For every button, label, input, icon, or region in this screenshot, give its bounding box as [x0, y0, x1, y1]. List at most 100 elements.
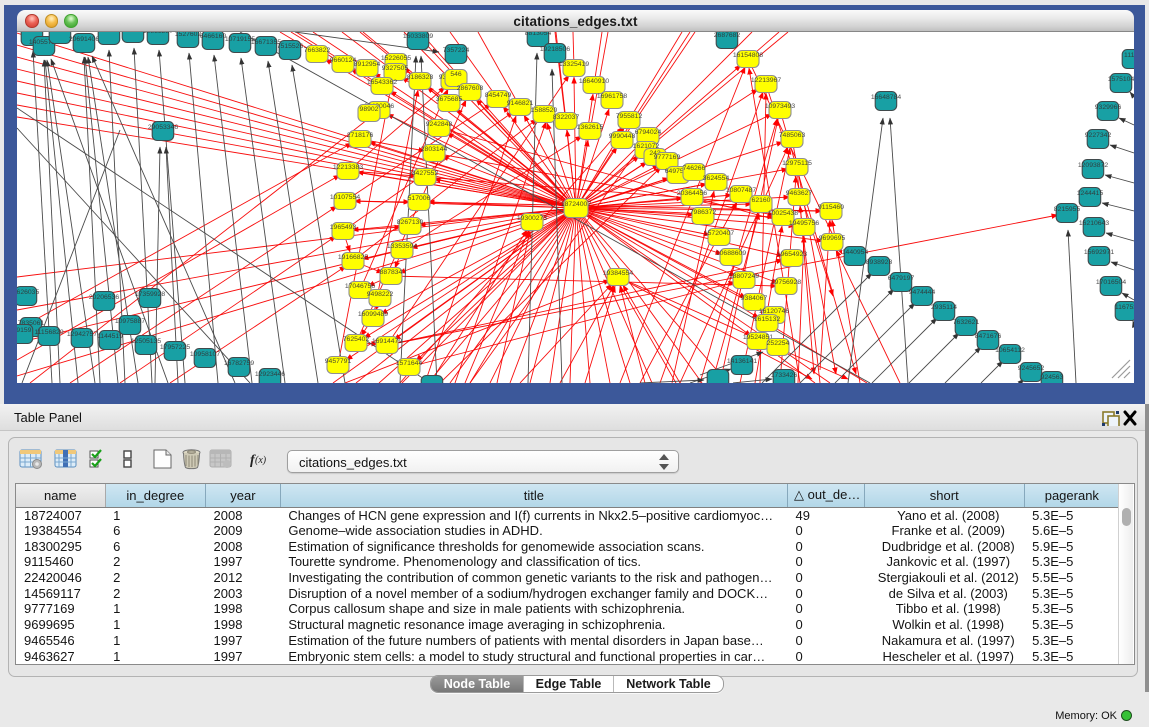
- svg-text:1588520: 1588520: [531, 107, 558, 114]
- svg-text:116753: 116753: [1115, 304, 1134, 311]
- svg-text:9660124: 9660124: [330, 57, 357, 64]
- svg-text:16154808: 16154808: [733, 52, 763, 59]
- svg-text:1144519: 1144519: [97, 333, 123, 340]
- svg-text:9474444: 9474444: [909, 289, 936, 296]
- svg-text:16210643: 16210643: [1079, 220, 1109, 227]
- svg-text:7625402: 7625402: [343, 336, 370, 343]
- svg-text:12942757: 12942757: [67, 331, 97, 338]
- svg-text:18807249: 18807249: [729, 273, 759, 280]
- svg-text:3624554: 3624554: [703, 175, 730, 182]
- svg-text:1733426: 1733426: [771, 372, 798, 379]
- svg-text:8813054: 8813054: [525, 32, 552, 37]
- svg-text:10025438: 10025438: [768, 210, 798, 217]
- svg-text:10853287: 10853287: [143, 32, 173, 35]
- svg-text:17359928: 17359928: [135, 291, 165, 298]
- svg-text:7357224: 7357224: [443, 47, 470, 54]
- svg-text:19756928: 19756928: [771, 279, 801, 286]
- svg-text:9699695: 9699695: [819, 235, 846, 242]
- svg-text:17046756: 17046756: [345, 283, 375, 290]
- svg-text:8322037: 8322037: [553, 114, 580, 121]
- svg-text:13353594: 13353594: [387, 243, 417, 250]
- svg-text:12213383: 12213383: [333, 164, 363, 171]
- svg-text:9245652: 9245652: [1018, 365, 1045, 372]
- svg-text:7632621: 7632621: [953, 319, 980, 326]
- svg-text:18724007: 18724007: [561, 201, 591, 208]
- svg-text:7485063: 7485063: [779, 132, 806, 139]
- svg-text:16543362: 16543362: [367, 79, 397, 86]
- svg-text:12093872: 12093872: [1078, 162, 1108, 169]
- svg-text:19384554: 19384554: [603, 270, 633, 277]
- svg-text:18640910: 18640910: [579, 78, 609, 85]
- svg-text:8186328: 8186328: [407, 74, 434, 81]
- svg-text:9463627: 9463627: [786, 190, 813, 197]
- svg-text:12213967: 12213967: [751, 77, 781, 84]
- svg-text:2867608: 2867608: [457, 85, 484, 92]
- svg-text:9990448: 9990448: [609, 133, 636, 140]
- svg-text:10975887: 10975887: [115, 318, 145, 325]
- svg-text:16120746: 16120746: [759, 308, 789, 315]
- svg-text:1244415: 1244415: [1077, 190, 1104, 197]
- svg-text:62160: 62160: [752, 197, 771, 204]
- svg-text:19495756: 19495756: [789, 220, 819, 227]
- svg-text:11156829: 11156829: [34, 329, 63, 336]
- svg-text:20364456: 20364456: [677, 190, 707, 197]
- svg-text:16033809: 16033809: [403, 33, 433, 40]
- svg-text:8454749: 8454749: [485, 92, 512, 99]
- svg-text:10958107: 10958107: [190, 351, 220, 358]
- svg-text:1575104: 1575104: [1108, 76, 1134, 83]
- svg-text:19166825: 19166825: [338, 254, 368, 261]
- svg-text:11172: 11172: [1124, 52, 1134, 59]
- svg-text:1362615: 1362615: [577, 124, 604, 131]
- svg-text:15720407: 15720407: [704, 230, 734, 237]
- svg-text:517006: 517006: [408, 195, 431, 202]
- svg-text:6479197: 6479197: [888, 275, 915, 282]
- svg-text:1615132: 1615132: [754, 316, 781, 323]
- svg-text:7955812: 7955812: [616, 113, 643, 120]
- svg-text:17957225: 17957225: [160, 344, 190, 351]
- svg-text:2718176: 2718176: [347, 132, 374, 139]
- svg-text:9329966: 9329966: [1095, 104, 1122, 111]
- svg-text:20206536: 20206536: [89, 294, 119, 301]
- svg-text:8938928: 8938928: [866, 259, 893, 266]
- svg-text:10688609: 10688609: [716, 250, 746, 257]
- svg-text:9327505: 9327505: [382, 65, 409, 72]
- svg-text:10107554: 10107554: [330, 194, 360, 201]
- svg-text:10973493: 10973493: [765, 103, 795, 110]
- svg-text:887834: 887834: [380, 269, 403, 276]
- svg-text:8267130: 8267130: [397, 219, 424, 226]
- svg-text:17016504: 17016504: [1096, 279, 1126, 286]
- svg-text:9115460: 9115460: [818, 204, 844, 211]
- svg-text:19300273: 19300273: [517, 215, 547, 222]
- svg-text:1965493: 1965493: [330, 224, 357, 231]
- svg-text:10654112: 10654112: [995, 347, 1025, 354]
- svg-text:9146821: 9146821: [507, 100, 534, 107]
- svg-text:1527602: 1527602: [175, 32, 202, 38]
- svg-text:16648784: 16648784: [871, 94, 901, 101]
- svg-text:2687682: 2687682: [714, 32, 741, 39]
- svg-text:12505135: 12505135: [131, 338, 161, 345]
- svg-text:29053346: 29053346: [148, 124, 178, 131]
- svg-text:9242848: 9242848: [426, 121, 453, 128]
- svg-text:98902: 98902: [360, 106, 379, 113]
- svg-text:12923446: 12923446: [255, 371, 285, 378]
- svg-text:14136141: 14136141: [727, 358, 757, 365]
- svg-text:3675685: 3675685: [436, 96, 463, 103]
- svg-text:15226055: 15226055: [381, 55, 411, 62]
- svg-text:39159: 39159: [17, 327, 32, 334]
- svg-text:6794024: 6794024: [635, 129, 662, 136]
- svg-text:1440954: 1440954: [842, 249, 869, 256]
- svg-text:15692971: 15692971: [1084, 249, 1114, 256]
- svg-text:8215955: 8215955: [1054, 206, 1081, 213]
- svg-text:1571644: 1571644: [396, 360, 423, 367]
- svg-text:20691406: 20691406: [69, 36, 99, 43]
- svg-text:2803144: 2803144: [421, 146, 448, 153]
- svg-text:7663822: 7663822: [304, 47, 331, 54]
- svg-text:9498222: 9498222: [367, 291, 394, 298]
- svg-text:746266: 746266: [683, 165, 706, 172]
- svg-text:2935114: 2935114: [931, 304, 957, 311]
- svg-text:16099489: 16099489: [358, 311, 388, 318]
- svg-text:12975115: 12975115: [782, 160, 812, 167]
- svg-text:9227342: 9227342: [1085, 132, 1112, 139]
- svg-text:10807487: 10807487: [726, 187, 756, 194]
- svg-text:9457791: 9457791: [325, 358, 352, 365]
